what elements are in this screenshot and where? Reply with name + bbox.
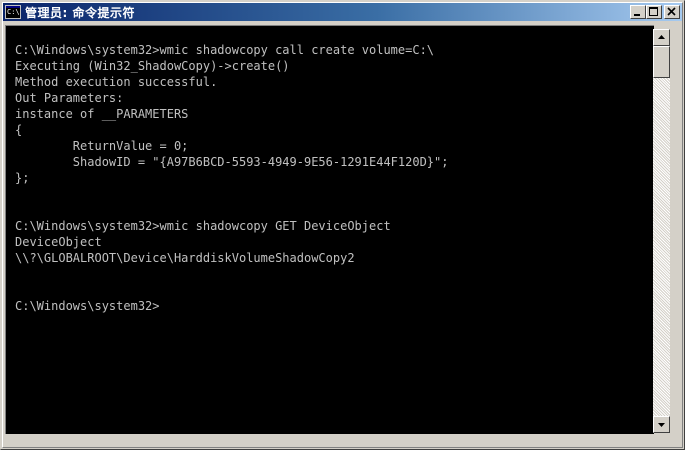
console-line: \\?\GLOBALROOT\Device\HarddiskVolumeShad… — [15, 251, 355, 265]
console-line: Method execution successful. — [15, 75, 218, 89]
close-button[interactable] — [664, 5, 680, 19]
vertical-scrollbar[interactable] — [653, 29, 670, 433]
minimize-button[interactable] — [630, 5, 646, 19]
close-icon — [667, 7, 676, 16]
console-line: }; — [15, 171, 30, 185]
maximize-icon — [649, 7, 658, 16]
console-line: Executing (Win32_ShadowCopy)->create() — [15, 59, 290, 73]
cmd-icon-glyph: C:\ — [7, 8, 20, 16]
console-line: C:\Windows\system32>wmic shadowcopy call… — [15, 43, 435, 57]
console-line: C:\Windows\system32> — [15, 299, 160, 313]
console-output-area[interactable]: C:\Windows\system32>wmic shadowcopy call… — [5, 25, 654, 434]
console-line: DeviceObject — [15, 235, 102, 249]
console-line: ReturnValue = 0; — [15, 139, 189, 153]
console-line: Out Parameters: — [15, 91, 124, 105]
window-title: 管理员: 命令提示符 — [25, 5, 135, 20]
command-prompt-window: C:\ 管理员: 命令提示符 C:\Windows\system32>wmic … — [0, 0, 685, 450]
console-line: instance of __PARAMETERS — [15, 107, 189, 121]
console-line: C:\Windows\system32>wmic shadowcopy GET … — [15, 219, 391, 233]
cmd-console-icon[interactable]: C:\ — [5, 5, 21, 19]
scroll-up-button[interactable] — [653, 29, 670, 46]
arrow-down-icon — [658, 423, 665, 427]
console-text: C:\Windows\system32>wmic shadowcopy call… — [15, 26, 448, 314]
console-line: ShadowID = "{A97B6BCD-5593-4949-9E56-129… — [15, 155, 449, 169]
title-bar[interactable]: C:\ 管理员: 命令提示符 — [3, 3, 682, 21]
console-line: { — [15, 123, 23, 137]
scroll-thumb[interactable] — [653, 46, 670, 78]
scroll-down-button[interactable] — [653, 416, 670, 433]
minimize-icon — [634, 14, 640, 16]
window-controls — [630, 5, 680, 19]
maximize-button[interactable] — [646, 5, 662, 19]
arrow-up-icon — [658, 35, 665, 39]
